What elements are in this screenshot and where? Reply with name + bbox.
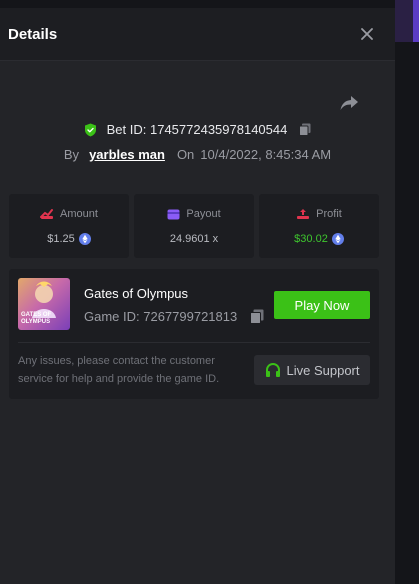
on-label: On [176, 147, 195, 162]
bet-meta-row: By yarbles man On 10/4/2022, 8:45:34 AM [0, 147, 395, 162]
copy-bet-id-button[interactable] [299, 123, 311, 136]
divider [18, 342, 370, 343]
bet-details-modal: Details Bet ID: 1745772435978140544 By y… [0, 8, 395, 584]
stat-payout: Payout 24.9601 x [134, 194, 254, 258]
live-support-button[interactable]: Live Support [254, 355, 370, 385]
game-title: Gates of Olympus [84, 286, 189, 301]
copy-game-id-button[interactable] [250, 309, 264, 329]
stat-amount: Amount $1.25 [9, 194, 129, 258]
amount-label: Amount [60, 208, 98, 220]
backdrop-top [0, 0, 395, 8]
eth-coin-icon [78, 233, 91, 245]
game-card: GATES OF OLYMPUS Gates of Olympus Game I… [9, 269, 379, 399]
username-link[interactable]: yarbles man [89, 147, 165, 162]
headset-icon [265, 362, 280, 377]
play-now-button[interactable]: Play Now [274, 291, 370, 319]
by-label: By [63, 147, 80, 162]
share-icon [340, 96, 358, 110]
bet-id-prefix: Bet ID: [106, 122, 150, 137]
card-icon [167, 209, 180, 219]
stats-row: Amount $1.25 Payout 24.9601 x Profit $30… [9, 194, 379, 258]
modal-title: Details [8, 25, 58, 43]
close-icon [361, 28, 373, 40]
payout-label: Payout [186, 208, 221, 220]
share-button[interactable] [339, 94, 361, 114]
game-id: Game ID: 7267799721813 [84, 309, 238, 324]
live-support-label: Live Support [286, 362, 360, 378]
verified-shield-icon [84, 123, 96, 136]
amount-icon [40, 209, 54, 219]
bet-id-value: 1745772435978140544 [149, 122, 288, 137]
backdrop-right [395, 0, 419, 584]
backdrop-accent-bar [413, 0, 419, 42]
copy-icon [250, 309, 264, 324]
close-button[interactable] [357, 24, 377, 44]
payout-value: 24.9601 x [169, 233, 219, 245]
amount-value: $1.25 [47, 233, 75, 245]
profit-icon [297, 209, 310, 219]
modal-header: Details [0, 8, 395, 61]
eth-coin-icon [331, 233, 344, 245]
bet-id-row: Bet ID: 1745772435978140544 [0, 122, 395, 137]
profit-value: $30.02 [294, 233, 328, 245]
bet-datetime: 10/4/2022, 8:45:34 AM [200, 147, 332, 162]
game-thumbnail-logo: GATES OF OLYMPUS [21, 312, 52, 325]
support-note: Any issues, please contact the customer … [18, 355, 220, 385]
stat-profit: Profit $30.02 [259, 194, 379, 258]
copy-icon [299, 123, 311, 136]
game-thumbnail[interactable]: GATES OF OLYMPUS [18, 278, 70, 330]
profit-label: Profit [316, 208, 342, 220]
